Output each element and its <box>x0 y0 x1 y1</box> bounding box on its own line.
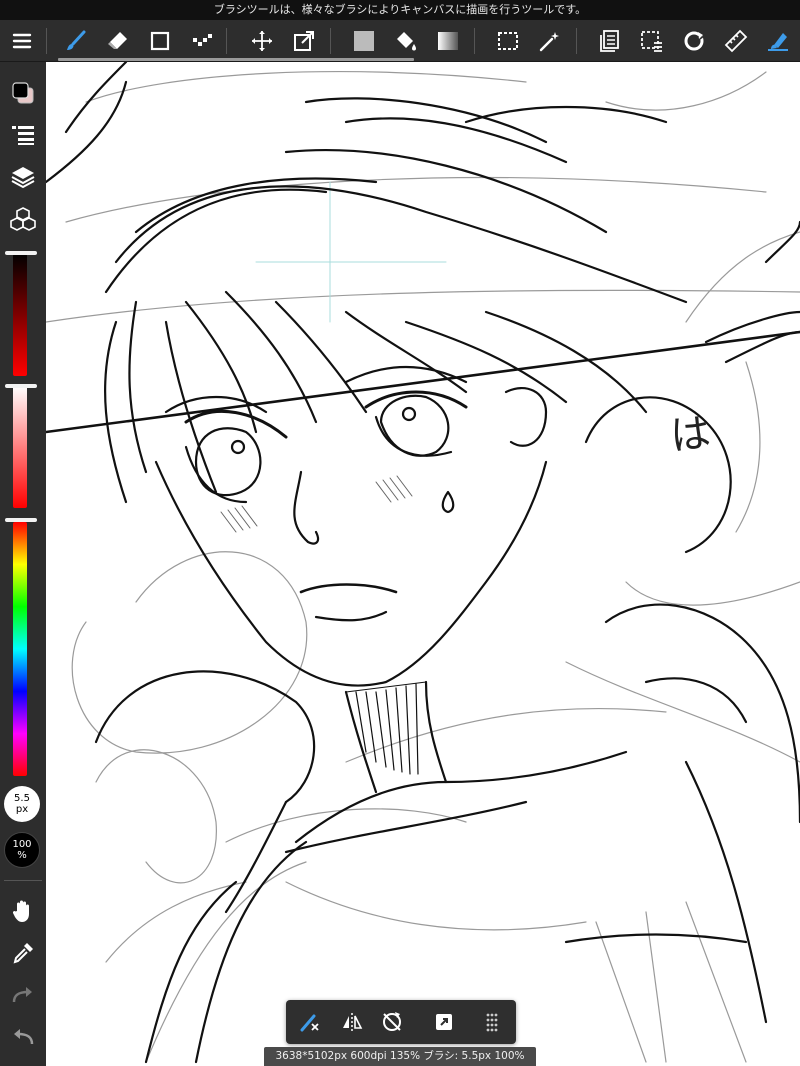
color-swatch-button[interactable] <box>0 74 46 112</box>
no-rotate-icon <box>383 1012 401 1031</box>
hamburger-icon <box>12 33 32 49</box>
saturation-slider-handle[interactable] <box>5 384 37 388</box>
active-tool-indicator <box>58 58 414 61</box>
hue-slider-handle[interactable] <box>5 518 37 522</box>
handwritten-text: は <box>668 410 713 460</box>
flip-icon <box>343 1013 363 1031</box>
redo-icon <box>12 987 32 1003</box>
flip-button[interactable] <box>332 1000 372 1044</box>
materials-button[interactable] <box>0 200 46 238</box>
pages-icon <box>600 30 619 52</box>
grid-button[interactable] <box>472 1000 512 1044</box>
stabilizer-button[interactable] <box>290 1000 330 1044</box>
move-tool-button[interactable] <box>244 20 280 62</box>
opacity-unit: % <box>17 850 27 861</box>
arrow-box-icon <box>436 1014 452 1030</box>
undo-icon <box>14 1029 34 1045</box>
opacity-indicator[interactable]: 100 % <box>4 832 40 868</box>
paint-bucket-icon <box>397 32 416 51</box>
dot-tool-icon <box>193 34 212 46</box>
status-bar: 3638*5102px 600dpi 135% ブラシ: 5.5px 100% <box>264 1047 536 1066</box>
dot-grid-icon <box>486 1013 498 1032</box>
brightness-slider-handle[interactable] <box>5 251 37 255</box>
eraser-tool-button[interactable] <box>100 20 136 62</box>
transform-icon <box>294 31 314 51</box>
rotate-button[interactable] <box>676 20 712 62</box>
cubes-icon <box>10 207 36 231</box>
color-swatch-icon <box>12 82 34 104</box>
rotation-reset-button[interactable] <box>372 1000 412 1044</box>
eyedropper-button[interactable] <box>0 934 46 972</box>
navigate-button[interactable] <box>424 1000 464 1044</box>
select-tool-button[interactable] <box>490 20 526 62</box>
ruler-icon <box>724 29 748 53</box>
list-icon <box>12 126 34 145</box>
dot-tool-button[interactable] <box>184 20 220 62</box>
layers-button[interactable] <box>0 158 46 196</box>
dashed-rect-icon <box>498 32 518 50</box>
eyedropper-icon <box>13 943 33 964</box>
hand-tool-button[interactable] <box>0 892 46 930</box>
snap-brush-icon <box>768 33 788 51</box>
sketch-artwork <box>46 62 800 1064</box>
brush-size-unit: px <box>15 804 29 815</box>
eraser-icon <box>108 32 127 49</box>
shape-tool-button[interactable] <box>142 20 178 62</box>
menu-button[interactable] <box>4 20 40 62</box>
move-icon <box>252 31 272 51</box>
snap-brush-button[interactable] <box>760 20 796 62</box>
layers-icon <box>11 167 35 189</box>
filled-square-icon <box>354 31 374 51</box>
transform-tool-button[interactable] <box>286 20 322 62</box>
fill-color-button[interactable] <box>346 20 382 62</box>
gradient-icon <box>438 32 458 50</box>
brightness-slider[interactable] <box>13 254 27 376</box>
toolbar <box>0 20 800 62</box>
brush-tool-button[interactable] <box>58 20 94 62</box>
square-icon <box>150 31 170 51</box>
opacity-value: 100 <box>12 839 32 850</box>
floating-toolbar <box>286 1000 516 1044</box>
layer-list-button[interactable] <box>592 20 628 62</box>
brush-list-button[interactable] <box>0 116 46 154</box>
bucket-tool-button[interactable] <box>388 20 424 62</box>
undo-button[interactable] <box>0 1018 46 1056</box>
brush-size-value: 5.5 <box>14 793 30 804</box>
saturation-slider[interactable] <box>13 386 27 508</box>
redo-button[interactable] <box>0 976 46 1014</box>
info-bar: ブラシツールは、様々なブラシによりキャンバスに描画を行うツールです。 <box>0 0 800 20</box>
hand-icon <box>12 900 29 922</box>
magic-wand-button[interactable] <box>532 20 568 62</box>
rotate-icon <box>684 31 704 51</box>
drawing-canvas[interactable]: は <box>46 62 800 1066</box>
hue-slider[interactable] <box>13 522 27 776</box>
stabilizer-brush-icon <box>300 1014 319 1032</box>
gradient-tool-button[interactable] <box>430 20 466 62</box>
brush-size-indicator[interactable]: 5.5 px <box>4 786 40 822</box>
ruler-button[interactable] <box>718 20 754 62</box>
select-layer-button[interactable] <box>634 20 670 62</box>
brush-icon <box>67 30 86 50</box>
left-sidebar: 5.5 px 100 % <box>0 62 46 1066</box>
select-layer-icon <box>641 31 662 52</box>
magic-wand-icon <box>539 32 559 52</box>
